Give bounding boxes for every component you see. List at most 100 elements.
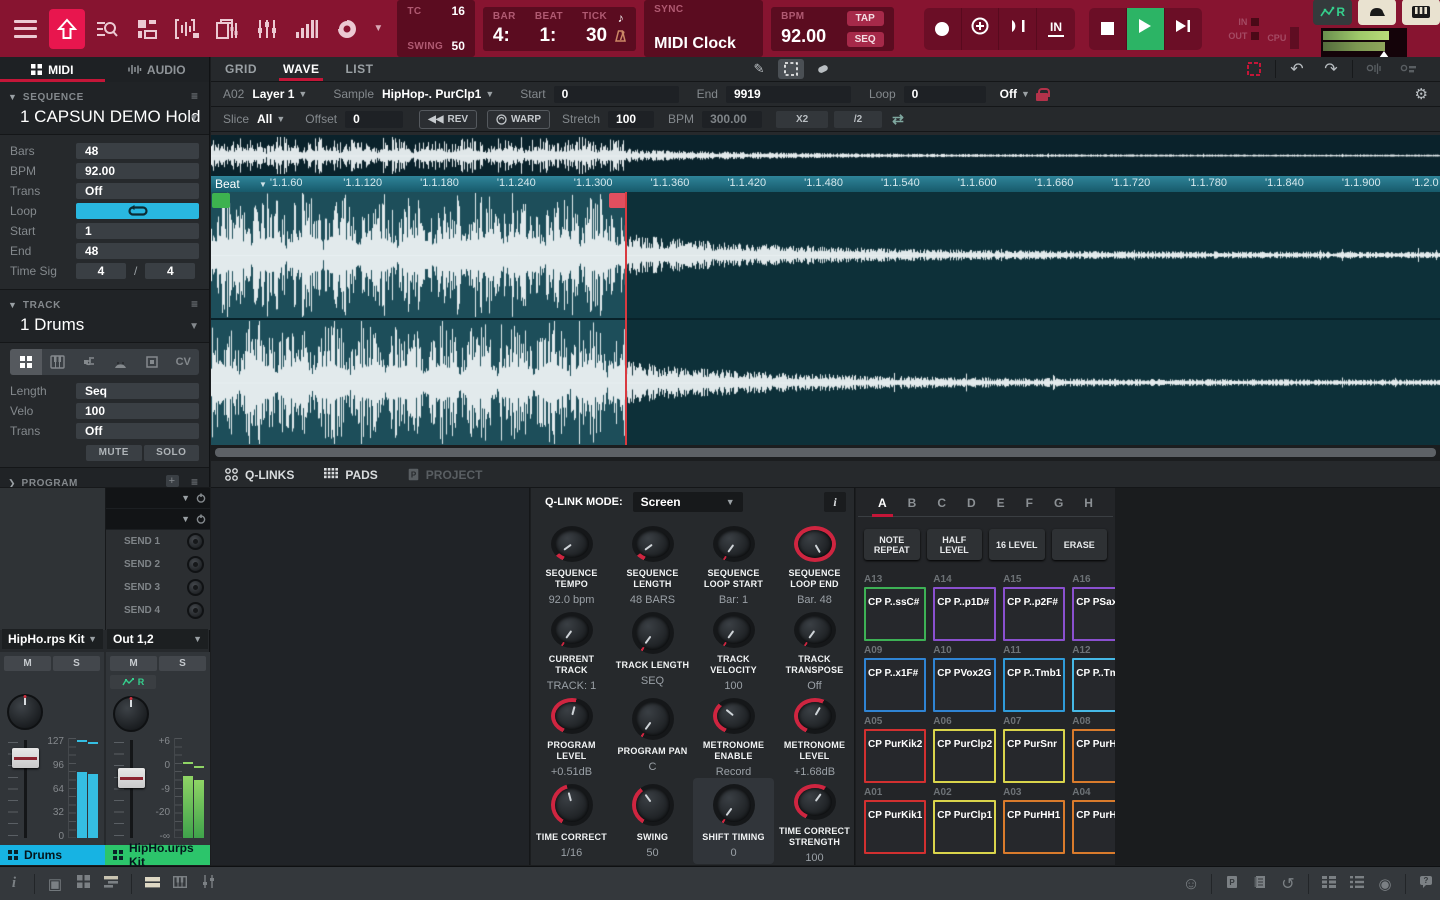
help-icon[interactable]: ? bbox=[1412, 875, 1440, 893]
qlink-knob[interactable] bbox=[631, 526, 674, 562]
pad-button[interactable]: CP P..ssC# bbox=[864, 587, 927, 641]
pad-mixer-mode-button[interactable] bbox=[289, 9, 325, 49]
pad-select-button[interactable] bbox=[1241, 59, 1267, 79]
track-type-plugin-button[interactable] bbox=[73, 349, 105, 375]
sequence-menu-icon[interactable]: ≡ bbox=[191, 89, 199, 103]
qlink-knob-cell[interactable]: TIME CORRECT STRENGTH 100 bbox=[774, 778, 855, 864]
sync-refresh-icon[interactable]: ⇄ bbox=[892, 111, 904, 128]
qlink-knob[interactable] bbox=[712, 784, 755, 826]
process-settings-button[interactable] bbox=[1395, 59, 1421, 79]
track-section-header[interactable]: ▼ TRACK ≡ 1 Drums ▼ bbox=[0, 289, 209, 343]
pad-bank-d[interactable]: D bbox=[961, 494, 982, 516]
menu-icon[interactable] bbox=[14, 19, 38, 38]
pad-a02[interactable]: A02 CP PurClp1 bbox=[933, 787, 997, 854]
bars-view-icon[interactable] bbox=[138, 875, 166, 892]
tab-midi[interactable]: MIDI bbox=[0, 57, 105, 82]
sample-start-marker[interactable] bbox=[212, 193, 230, 208]
play-start-button[interactable] bbox=[1165, 8, 1203, 50]
track-menu-icon[interactable]: ≡ bbox=[191, 297, 199, 311]
track-solo-button[interactable]: SOLO bbox=[143, 445, 199, 461]
pad-a01[interactable]: A01 CP PurKik1 bbox=[864, 787, 927, 854]
pencil-tool-button[interactable]: ✎ bbox=[746, 59, 772, 79]
sample-bpm-field[interactable]: 300.00 bbox=[702, 110, 763, 128]
history-icon[interactable]: ↺ bbox=[1274, 874, 1302, 894]
slice-dropdown[interactable]: All bbox=[257, 112, 272, 126]
tab-grid[interactable]: GRID bbox=[225, 57, 257, 81]
qlink-knob[interactable] bbox=[550, 612, 593, 648]
browser-mode-button[interactable] bbox=[89, 9, 125, 49]
project-notes-icon[interactable] bbox=[1246, 875, 1274, 893]
fader-thumb[interactable] bbox=[118, 768, 145, 788]
ruler-mode-dropdown[interactable]: Beat bbox=[215, 177, 240, 191]
pan-knob[interactable] bbox=[113, 696, 149, 732]
qlink-knob-cell[interactable]: PROGRAM PAN C bbox=[612, 692, 693, 778]
redo-button[interactable]: ↷ bbox=[1318, 59, 1344, 79]
insert-slot-2[interactable]: ▼ bbox=[106, 509, 210, 530]
pad-a13[interactable]: A13 CP P..ssC# bbox=[864, 574, 927, 641]
pad-a03[interactable]: A03 CP PurHH1 bbox=[1003, 787, 1066, 854]
tab-list[interactable]: LIST bbox=[345, 57, 373, 81]
tab-pads[interactable]: PADS bbox=[324, 468, 378, 482]
stretch-field[interactable]: 100 bbox=[608, 110, 655, 128]
pad-bank-h[interactable]: H bbox=[1078, 494, 1099, 516]
pad-bank-f[interactable]: F bbox=[1020, 494, 1039, 516]
piano-view-icon[interactable] bbox=[166, 875, 194, 892]
qlink-knob-cell[interactable]: SEQUENCE LENGTH 48 BARS bbox=[612, 520, 693, 606]
send-knob[interactable] bbox=[187, 579, 204, 596]
strip-solo-button[interactable]: S bbox=[53, 656, 100, 671]
track-mute-button[interactable]: MUTE bbox=[86, 445, 142, 461]
info-icon[interactable]: i bbox=[0, 875, 28, 892]
waveform-scrollbar[interactable] bbox=[211, 445, 1440, 461]
qlink-knob[interactable] bbox=[793, 698, 836, 734]
collapse-chevron-icon[interactable]: ▼ bbox=[8, 92, 17, 102]
pad-button[interactable]: CP PurClp2 bbox=[933, 729, 997, 783]
offset-field[interactable]: 0 bbox=[345, 110, 404, 128]
pad-bank-c[interactable]: C bbox=[931, 494, 952, 516]
track-type-clip-button[interactable] bbox=[136, 349, 168, 375]
insert-slot-1[interactable]: ▼ bbox=[106, 488, 210, 509]
stop-button[interactable] bbox=[1089, 7, 1127, 50]
start-field[interactable]: 0 bbox=[553, 85, 679, 103]
waveform-display[interactable] bbox=[211, 192, 1440, 445]
pad-view-icon[interactable]: ▣ bbox=[41, 875, 69, 893]
tab-qlinks[interactable]: Q-LINKS bbox=[225, 468, 294, 482]
pad-bank-a[interactable]: A bbox=[872, 494, 893, 517]
mode-overflow-caret-icon[interactable]: ▼ bbox=[373, 23, 383, 34]
track-type-keygroup-button[interactable] bbox=[42, 349, 74, 375]
matrix-mode-button[interactable] bbox=[129, 9, 165, 49]
overdub-button[interactable] bbox=[962, 7, 1000, 50]
qlink-mode-dropdown[interactable]: Screen ▼ bbox=[632, 492, 743, 512]
pad-a05[interactable]: A05 CP PurKik2 bbox=[864, 716, 927, 783]
strip-automation-button[interactable]: R bbox=[110, 675, 156, 689]
record-button[interactable] bbox=[924, 7, 962, 50]
pad-a15[interactable]: A15 CP P..p2F# bbox=[1003, 574, 1066, 641]
pad-a11[interactable]: A11 CP P..Tmb1 bbox=[1003, 645, 1066, 712]
track-caret-icon[interactable]: ▼ bbox=[189, 321, 199, 332]
qlink-knob[interactable] bbox=[712, 612, 755, 648]
play-button[interactable] bbox=[1126, 7, 1165, 50]
qlink-knob[interactable] bbox=[631, 698, 674, 740]
sync-panel[interactable]: SYNC MIDI Clock bbox=[644, 0, 764, 57]
punch-locate-button[interactable] bbox=[999, 7, 1038, 50]
waveform-overview[interactable] bbox=[211, 135, 1440, 176]
pad-button[interactable]: CP PVox2G bbox=[933, 658, 997, 712]
track-type-drum-button[interactable] bbox=[10, 349, 42, 375]
half-level-button[interactable]: HALF LEVEL bbox=[926, 529, 982, 560]
tab-audio[interactable]: AUDIO bbox=[105, 57, 210, 82]
qlink-knob[interactable] bbox=[793, 612, 836, 648]
qlink-knob[interactable] bbox=[793, 784, 836, 820]
qlink-knob[interactable] bbox=[550, 698, 593, 734]
param-field[interactable]: 1 bbox=[76, 223, 199, 239]
position-panel[interactable]: BAR BEAT TICK 4: 1: 30 ♪ bbox=[482, 6, 637, 51]
pad-button[interactable]: CP PurHH1 bbox=[1003, 800, 1066, 854]
power-icon[interactable] bbox=[196, 493, 206, 503]
layout-list-icon[interactable] bbox=[1315, 875, 1343, 892]
tc-swing-panel[interactable]: TC 16 SWING 50 bbox=[397, 0, 475, 57]
process-sample-button[interactable] bbox=[1361, 59, 1387, 79]
sample-dropdown[interactable]: HipHop-. PurClp1 bbox=[382, 87, 481, 101]
collapse-chevron-icon[interactable]: ▼ bbox=[8, 300, 17, 310]
pad-a07[interactable]: A07 CP PurSnr bbox=[1003, 716, 1066, 783]
pad-bank-e[interactable]: E bbox=[991, 494, 1011, 516]
timesig-denominator-field[interactable]: 4 bbox=[145, 263, 196, 279]
loop-point-field[interactable]: 0 bbox=[903, 85, 986, 103]
